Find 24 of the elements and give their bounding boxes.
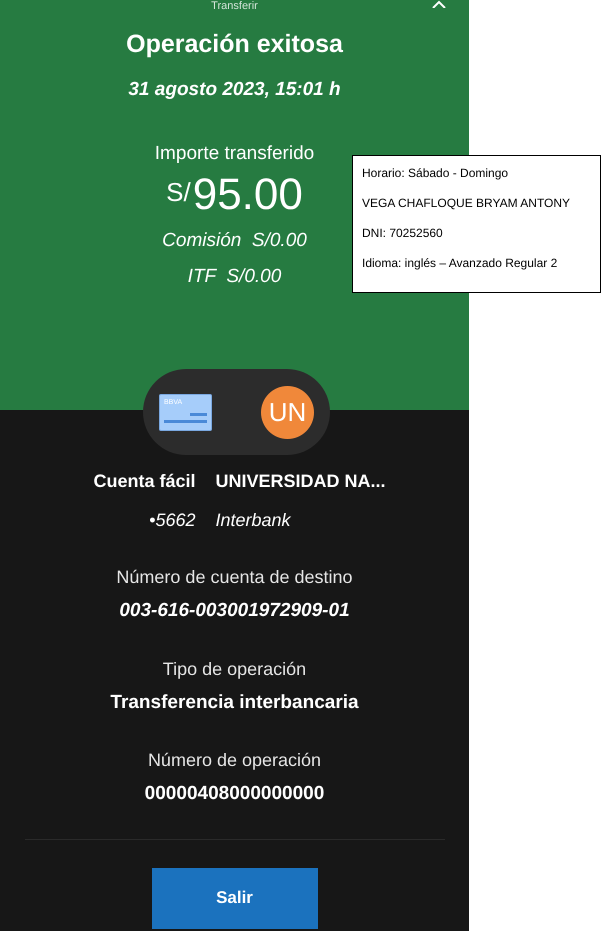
detail-label: Tipo de operación — [162, 658, 306, 681]
detail-label: Número de operación — [148, 749, 322, 772]
detail-label: Número de cuenta de destino — [116, 566, 353, 589]
exit-button[interactable]: Salir — [152, 868, 318, 928]
detail-value: Transferencia interbancaria — [110, 690, 359, 714]
screen-title: Transferir — [211, 0, 258, 12]
status-title: Operación exitosa — [126, 29, 343, 60]
avatar-initials: UN — [261, 386, 314, 438]
destination-name: UNIVERSIDAD NA... — [216, 470, 386, 493]
note-line: VEGA CHAFLOQUE BRYAM ANTONY — [362, 195, 572, 212]
currency-symbol: S/ — [166, 176, 191, 208]
amount-label: Importe transferido — [154, 142, 314, 166]
amount-value: 95.00 — [192, 170, 303, 218]
note-line: Horario: Sábado - Domingo — [362, 165, 510, 182]
itf-text: ITF S/0.00 — [188, 265, 282, 289]
origin-account-number: •5662 — [148, 509, 196, 532]
detail-value: 00000408000000000 — [144, 782, 324, 806]
note-line: DNI: 70252560 — [362, 225, 444, 242]
operation-datetime: 31 agosto 2023, 15:01 h — [128, 78, 341, 102]
detail-value: 003-616-003001972909-01 — [119, 599, 350, 623]
destination-bank: Interbank — [216, 509, 292, 532]
note-line: Idioma: inglés – Avanzado Regular 2 — [362, 255, 558, 272]
commission-text: Comisión S/0.00 — [162, 228, 307, 252]
origin-account-name: Cuenta fácil — [93, 470, 196, 493]
